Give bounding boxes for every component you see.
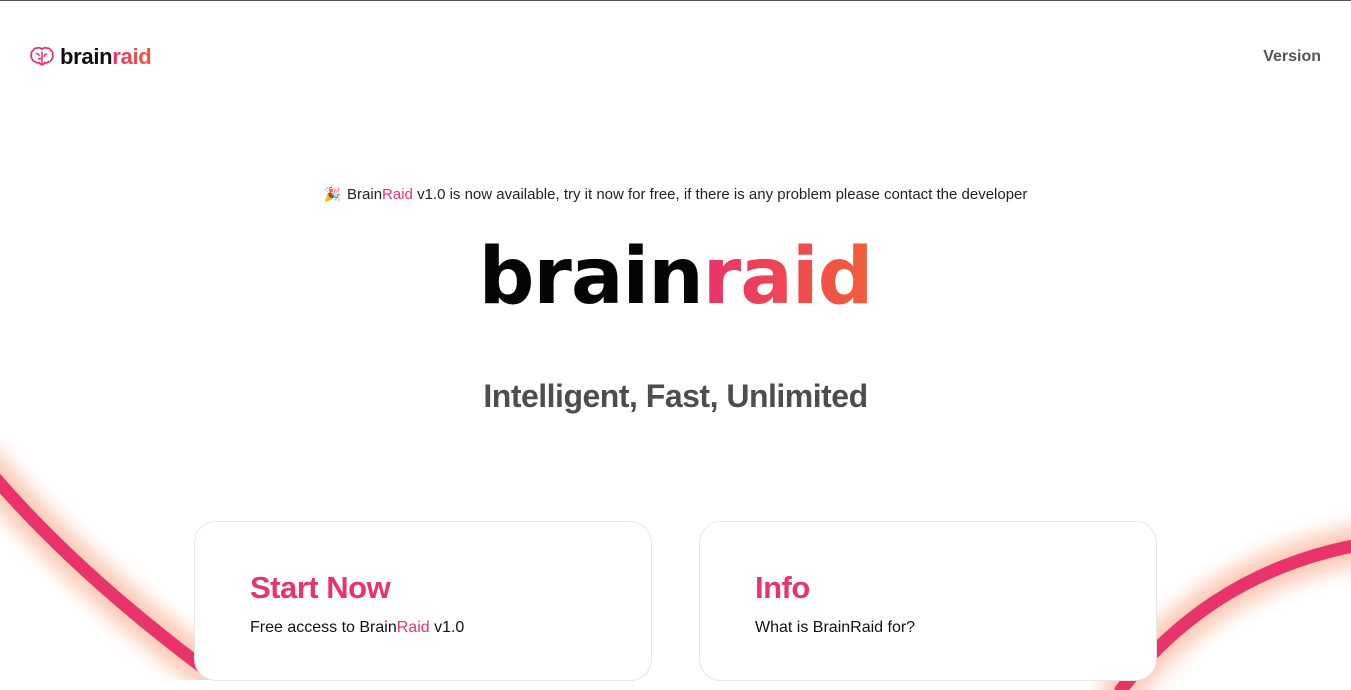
version-link[interactable]: Version — [1263, 47, 1321, 67]
announcement-brand-raid: Raid — [382, 186, 413, 203]
logo-text-raid: raid — [112, 44, 152, 69]
start-now-text-suffix: v1.0 — [429, 619, 465, 636]
party-popper-icon: 🎉 — [323, 186, 342, 202]
logo-link[interactable]: brainraid — [30, 44, 152, 70]
info-description: What is BrainRaid for? — [755, 619, 916, 636]
logo-wordmark: brainraid — [60, 44, 152, 70]
announcement-banner: 🎉 BrainRaid v1.0 is now available, try it… — [0, 184, 1351, 205]
hero-title: brainraid — [0, 232, 1351, 322]
info-card[interactable]: Info What is BrainRaid for? — [699, 521, 1157, 681]
announcement-brand-brain: Brain — [347, 186, 383, 203]
hero-title-brain: brain — [478, 232, 704, 322]
logo-text-brain: brain — [60, 44, 113, 69]
navbar: brainraid Version — [0, 0, 1351, 115]
brain-icon — [30, 46, 54, 66]
start-now-text-brand: Raid — [396, 619, 430, 636]
start-now-text-prefix: Free access to Brain — [250, 619, 397, 636]
hero-tagline: Intelligent, Fast, Unlimited — [483, 378, 868, 414]
start-now-title: Start Now — [250, 570, 391, 605]
hero-title-raid: raid — [702, 232, 874, 322]
start-now-description: Free access to BrainRaid v1.0 — [250, 618, 464, 638]
announcement-text: v1.0 is now available, try it now for fr… — [412, 186, 1028, 203]
start-now-card[interactable]: Start Now Free access to BrainRaid v1.0 — [194, 521, 652, 681]
info-title: Info — [755, 570, 810, 605]
